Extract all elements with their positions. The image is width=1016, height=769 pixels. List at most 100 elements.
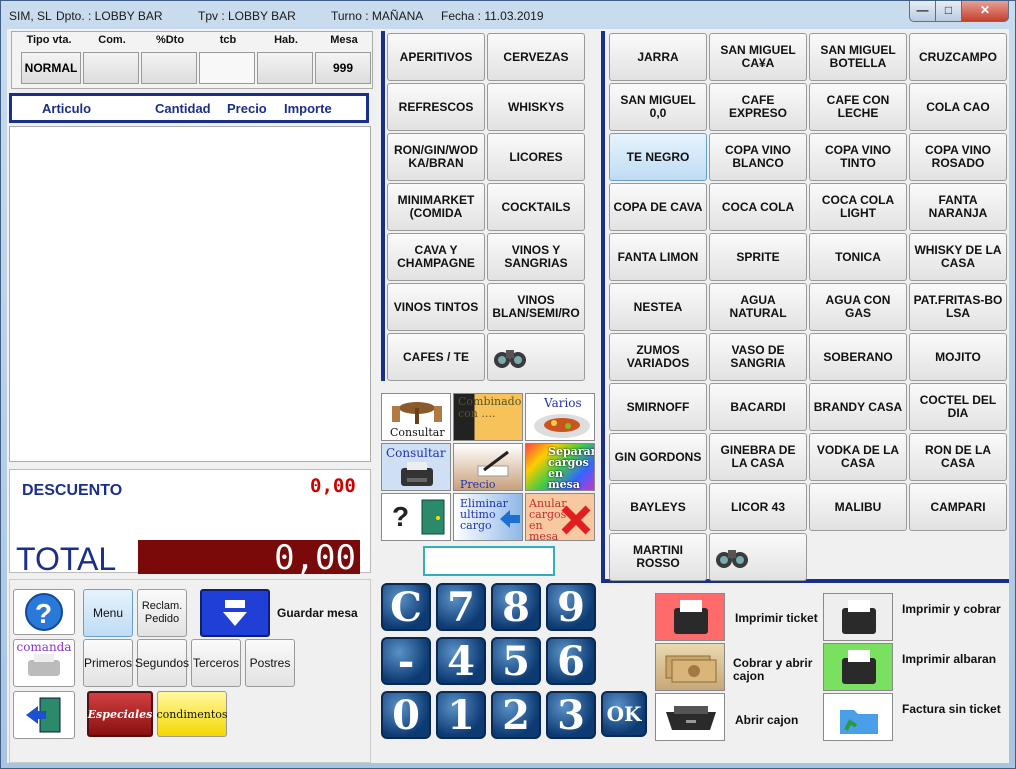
product-button[interactable]: COCTEL DEL DIA xyxy=(909,383,1007,431)
product-button[interactable]: WHISKY DE LA CASA xyxy=(909,233,1007,281)
com-button[interactable] xyxy=(83,52,139,84)
ticket-list[interactable] xyxy=(9,126,371,462)
eliminar-cargo-button[interactable]: Eliminar ultimo cargo xyxy=(453,493,523,541)
consultar-precio-button[interactable]: Consultar xyxy=(381,443,451,491)
postres-button[interactable]: Postres xyxy=(245,639,295,687)
product-button[interactable]: COCA COLA LIGHT xyxy=(809,183,907,231)
category-button[interactable]: REFRESCOS xyxy=(387,83,485,131)
product-button[interactable]: COPA VINO ROSADO xyxy=(909,133,1007,181)
precio-button[interactable]: Precio xyxy=(453,443,523,491)
product-button[interactable]: TONICA xyxy=(809,233,907,281)
help-button[interactable]: ? xyxy=(13,589,75,635)
product-button[interactable]: COCA COLA xyxy=(709,183,807,231)
product-button[interactable]: COPA VINO TINTO xyxy=(809,133,907,181)
product-button[interactable]: FANTA LIMON xyxy=(609,233,707,281)
category-button[interactable]: VINOS TINTOS xyxy=(387,283,485,331)
product-button[interactable]: CAFE EXPRESO xyxy=(709,83,807,131)
mesa-button[interactable]: 999 xyxy=(315,52,371,84)
keypad-key[interactable]: 1 xyxy=(436,691,486,739)
product-button[interactable]: GINEBRA DE LA CASA xyxy=(709,433,807,481)
menu-button[interactable]: Menu xyxy=(83,589,133,637)
product-button[interactable]: BAYLEYS xyxy=(609,483,707,531)
category-button[interactable]: VINOS Y SANGRIAS xyxy=(487,233,585,281)
product-button[interactable]: TE NEGRO xyxy=(609,133,707,181)
category-button[interactable]: APERITIVOS xyxy=(387,33,485,81)
product-button[interactable]: NESTEA xyxy=(609,283,707,331)
product-button[interactable]: SPRITE xyxy=(709,233,807,281)
maximize-button[interactable]: □ xyxy=(935,1,962,22)
minimize-button[interactable]: — xyxy=(909,1,936,22)
primeros-button[interactable]: Primeros xyxy=(83,639,133,687)
product-button[interactable]: SAN MIGUEL BOTELLA xyxy=(809,33,907,81)
especiales-button[interactable]: Especiales xyxy=(87,691,153,737)
product-button[interactable]: FANTA NARANJA xyxy=(909,183,1007,231)
product-button[interactable]: LICOR 43 xyxy=(709,483,807,531)
product-button[interactable]: SAN MIGUEL 0,0 xyxy=(609,83,707,131)
dto-button[interactable] xyxy=(141,52,197,84)
product-button[interactable]: VODKA DE LA CASA xyxy=(809,433,907,481)
category-search-button[interactable] xyxy=(487,333,585,381)
product-button[interactable]: CAFE CON LECHE xyxy=(809,83,907,131)
tipo-vta-button[interactable]: NORMAL xyxy=(21,52,81,84)
close-button[interactable]: ✕ xyxy=(961,1,1009,22)
product-button[interactable]: CRUZCAMPO xyxy=(909,33,1007,81)
product-button[interactable]: SMIRNOFF xyxy=(609,383,707,431)
product-button[interactable]: SOBERANO xyxy=(809,333,907,381)
segundos-button[interactable]: Segundos xyxy=(135,639,189,687)
category-button[interactable]: VINOS BLAN/SEMI/RO xyxy=(487,283,585,331)
product-button[interactable]: COPA VINO BLANCO xyxy=(709,133,807,181)
keypad-key[interactable]: 2 xyxy=(491,691,541,739)
reclam-pedido-button[interactable]: Reclam. Pedido xyxy=(137,589,187,637)
condimentos-button[interactable]: condimentos xyxy=(156,691,228,737)
product-button[interactable]: GIN GORDONS xyxy=(609,433,707,481)
keypad-key[interactable]: 6 xyxy=(546,637,596,685)
product-button[interactable]: AGUA CON GAS xyxy=(809,283,907,331)
category-button[interactable]: LICORES xyxy=(487,133,585,181)
help-exit-button[interactable]: ? xyxy=(381,493,451,541)
keypad-key[interactable]: 4 xyxy=(436,637,486,685)
terceros-button[interactable]: Terceros xyxy=(191,639,241,687)
product-search-button[interactable] xyxy=(709,533,807,581)
tcb-field[interactable] xyxy=(199,52,255,84)
keypad-key[interactable]: 9 xyxy=(546,583,596,631)
product-button[interactable]: AGUA NATURAL xyxy=(709,283,807,331)
category-button[interactable]: CERVEZAS xyxy=(487,33,585,81)
product-button[interactable]: MARTINI ROSSO xyxy=(609,533,707,581)
varios-button[interactable]: Varios xyxy=(525,393,595,441)
exit-button[interactable] xyxy=(13,691,75,739)
keypad-key[interactable]: 7 xyxy=(436,583,486,631)
imprimir-ticket-button[interactable] xyxy=(655,593,725,641)
keypad-key[interactable]: 5 xyxy=(491,637,541,685)
imprimir-cobrar-button[interactable] xyxy=(823,593,893,641)
keypad-key[interactable]: 3 xyxy=(546,691,596,739)
category-button[interactable]: WHISKYS xyxy=(487,83,585,131)
separar-cargos-button[interactable]: Separar cargos en mesa xyxy=(525,443,595,491)
product-button[interactable]: BRANDY CASA xyxy=(809,383,907,431)
product-button[interactable]: COLA CAO xyxy=(909,83,1007,131)
keypad-key[interactable]: C xyxy=(381,583,431,631)
guardar-mesa-icon-button[interactable] xyxy=(200,589,270,637)
product-button[interactable]: JARRA xyxy=(609,33,707,81)
consultar-mesas-button[interactable]: Consultar xyxy=(381,393,451,441)
category-button[interactable]: MINIMARKET (COMIDA xyxy=(387,183,485,231)
keypad-display[interactable] xyxy=(423,546,555,576)
product-button[interactable]: CAMPARI xyxy=(909,483,1007,531)
product-button[interactable]: ZUMOS VARIADOS xyxy=(609,333,707,381)
category-button[interactable]: COCKTAILS xyxy=(487,183,585,231)
category-button[interactable]: RON/GIN/WOD KA/BRAN xyxy=(387,133,485,181)
cobrar-abrir-cajon-button[interactable] xyxy=(655,643,725,691)
keypad-key[interactable]: 0 xyxy=(381,691,431,739)
product-button[interactable]: VASO DE SANGRIA xyxy=(709,333,807,381)
comanda-button[interactable]: comanda xyxy=(13,639,75,687)
category-button[interactable]: CAFES / TE xyxy=(387,333,485,381)
category-button[interactable]: CAVA Y CHAMPAGNE xyxy=(387,233,485,281)
ok-key[interactable]: OK xyxy=(601,691,647,737)
combinado-button[interactable]: Combinado con .... xyxy=(453,393,523,441)
product-button[interactable]: MALIBU xyxy=(809,483,907,531)
keypad-key[interactable]: - xyxy=(381,637,431,685)
product-button[interactable]: SAN MIGUEL CA¥A xyxy=(709,33,807,81)
product-button[interactable]: MOJITO xyxy=(909,333,1007,381)
abrir-cajon-button[interactable] xyxy=(655,693,725,741)
product-button[interactable]: COPA DE CAVA xyxy=(609,183,707,231)
product-button[interactable]: PAT.FRITAS-BO LSA xyxy=(909,283,1007,331)
